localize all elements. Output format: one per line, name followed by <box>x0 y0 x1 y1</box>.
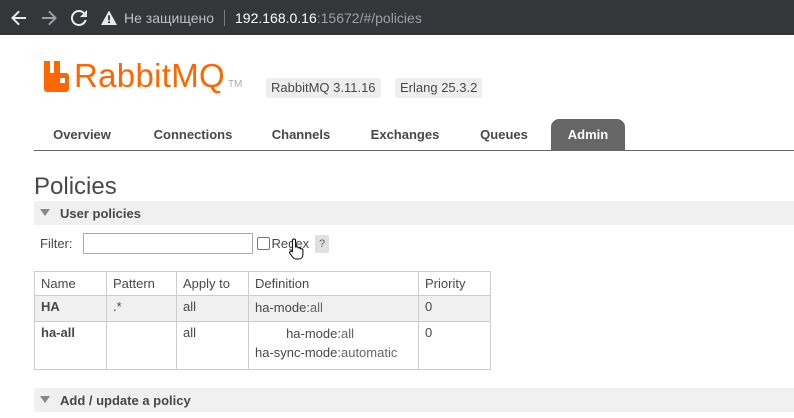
policy-name-link[interactable]: HA <box>34 295 107 322</box>
address-bar[interactable]: Не защищено 192.168.0.16:15672/#/policie… <box>100 5 422 31</box>
rabbitmq-logo[interactable]: RabbitMQ TM <box>44 57 243 94</box>
policy-definition: ha-mode: all ha-sync-mode: automatic <box>248 321 419 370</box>
column-header-apply-to: Apply to <box>176 271 249 296</box>
filter-label: Filter: <box>40 236 73 251</box>
trademark: TM <box>227 79 243 90</box>
definition-list: ha-mode: all <box>255 299 323 318</box>
erlang-version-badge: Erlang 25.3.2 <box>395 78 483 98</box>
main-tabs: Overview Connections Channels Exchanges … <box>34 119 794 151</box>
tab-connections[interactable]: Connections <box>138 119 248 151</box>
rabbitmq-logo-icon <box>44 61 69 92</box>
help-button[interactable]: ? <box>315 234 330 253</box>
column-header-definition: Definition <box>248 271 419 296</box>
policy-name-link[interactable]: ha-all <box>34 321 107 370</box>
rabbitmq-version-badge: RabbitMQ 3.11.16 <box>266 78 381 98</box>
regex-checkbox[interactable] <box>256 237 270 250</box>
reload-icon <box>71 9 87 26</box>
omnibox-divider <box>224 9 225 26</box>
policy-definition: ha-mode: all <box>248 295 419 322</box>
tab-queues[interactable]: Queues <box>466 119 542 151</box>
collapse-triangle-icon <box>40 209 50 216</box>
url-path: :15672/#/policies <box>316 9 422 26</box>
section-title: Add / update a policy <box>60 392 191 408</box>
filter-input[interactable] <box>82 233 253 254</box>
policy-apply-to: all <box>176 321 249 370</box>
back-arrow-icon <box>11 10 26 25</box>
column-header-pattern: Pattern <box>106 271 177 296</box>
definition-value: all <box>309 300 323 315</box>
page-title: Policies <box>34 173 117 200</box>
add-policy-section-toggle[interactable]: Add / update a policy <box>34 388 794 412</box>
url-host: 192.168.0.16 <box>235 9 317 26</box>
definition-key: ha-mode: <box>255 300 310 315</box>
brand-name: RabbitMQ <box>74 57 225 94</box>
warning-icon[interactable] <box>100 9 118 27</box>
reload-button[interactable] <box>64 0 94 35</box>
back-button[interactable] <box>4 0 34 35</box>
policies-table: Name Pattern Apply to Definition Priorit… <box>34 271 491 370</box>
policy-priority: 0 <box>418 295 491 322</box>
column-header-priority: Priority <box>418 271 491 296</box>
policy-priority: 0 <box>418 321 491 370</box>
column-header-name: Name <box>34 271 107 296</box>
definition-list: ha-mode: all ha-sync-mode: automatic <box>255 325 397 363</box>
mouse-pointer-icon <box>289 238 304 260</box>
section-title: User policies <box>60 205 141 221</box>
table-row[interactable]: HA .* all ha-mode: all 0 <box>34 295 491 322</box>
filter-row: Filter: Regex ? <box>40 233 330 254</box>
tab-admin[interactable]: Admin <box>551 119 625 151</box>
definition-key: ha-mode: <box>286 326 341 341</box>
tab-overview[interactable]: Overview <box>36 119 128 151</box>
definition-value: all <box>340 326 354 341</box>
policy-apply-to: all <box>176 295 249 322</box>
collapse-triangle-icon <box>40 396 50 403</box>
policy-pattern <box>106 321 177 370</box>
forward-button[interactable] <box>34 0 64 35</box>
table-row[interactable]: ha-all all ha-mode: all ha-sync-mode: au… <box>34 321 491 370</box>
table-header-row: Name Pattern Apply to Definition Priorit… <box>34 271 491 296</box>
policy-pattern: .* <box>106 295 177 322</box>
user-policies-section-toggle[interactable]: User policies <box>34 201 794 225</box>
browser-toolbar: Не защищено 192.168.0.16:15672/#/policie… <box>0 0 794 35</box>
forward-arrow-icon <box>42 10 57 25</box>
not-secure-label[interactable]: Не защищено <box>124 10 214 26</box>
definition-value: automatic <box>340 345 398 360</box>
tab-channels[interactable]: Channels <box>258 119 344 151</box>
definition-key: ha-sync-mode: <box>255 345 341 360</box>
tab-exchanges[interactable]: Exchanges <box>354 119 456 151</box>
